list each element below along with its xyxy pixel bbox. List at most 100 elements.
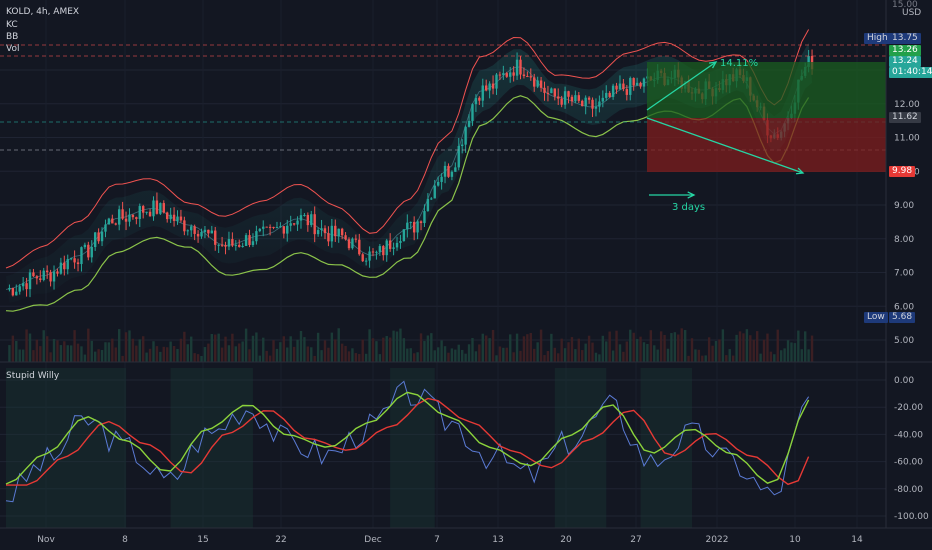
- volume-bar: [632, 332, 635, 362]
- osc-shade-band: [554, 368, 607, 528]
- volume-bar: [142, 336, 145, 362]
- volume-bar: [498, 346, 502, 362]
- volume-bar: [742, 333, 745, 362]
- volume-bar: [251, 335, 255, 362]
- candle-body: [76, 262, 80, 265]
- candle-body: [412, 221, 416, 233]
- volume-bar: [454, 349, 457, 362]
- osc-tick-label: -100.00: [894, 512, 929, 522]
- candle-body: [351, 238, 354, 249]
- volume-bar: [509, 334, 512, 362]
- volume-bar: [673, 332, 677, 362]
- volume-bar: [701, 355, 704, 362]
- volume-bar: [42, 330, 45, 362]
- candle-body: [557, 96, 560, 99]
- volume-bar: [292, 346, 296, 362]
- candle-body: [272, 226, 275, 228]
- candle-body: [419, 221, 423, 224]
- candle-body: [18, 286, 21, 292]
- low-value-tag: 5.68: [889, 312, 916, 323]
- candle-body: [416, 221, 419, 233]
- volume-bar: [207, 343, 210, 362]
- volume-bar: [93, 351, 97, 362]
- volume-bar: [282, 336, 286, 362]
- candle-body: [529, 76, 532, 78]
- volume-bar: [412, 353, 416, 362]
- volume-bar: [728, 349, 731, 362]
- volume-bar: [759, 353, 762, 362]
- candle-body: [87, 244, 90, 258]
- volume-bar: [296, 339, 299, 362]
- volume-bar: [749, 335, 752, 362]
- candle-body: [258, 228, 262, 232]
- candle-body: [100, 231, 104, 242]
- volume-bar: [629, 329, 632, 362]
- candle-body: [539, 80, 543, 88]
- candle-body: [268, 226, 272, 228]
- candle-body: [584, 97, 587, 107]
- volume-bar: [97, 349, 100, 362]
- candle-body: [457, 145, 460, 168]
- time-tick-label: 8: [122, 535, 128, 545]
- volume-bar: [810, 335, 814, 362]
- candle-body: [371, 251, 375, 253]
- volume-bar: [443, 346, 447, 362]
- candle-body: [526, 76, 529, 78]
- candle-body: [11, 287, 15, 296]
- candle-body: [124, 218, 128, 222]
- candle-body: [8, 287, 11, 290]
- chart-canvas[interactable]: 13.0012.0011.0010.009.008.007.006.005.00…: [0, 0, 932, 550]
- volume-bar: [790, 342, 793, 362]
- volume-bar: [238, 343, 241, 362]
- candle-body: [546, 92, 550, 94]
- candle-body: [179, 216, 183, 221]
- candle-body: [159, 203, 162, 214]
- candle-body: [601, 97, 605, 102]
- candle-body: [635, 82, 639, 86]
- volume-bar: [718, 339, 721, 362]
- volume-bar: [323, 340, 327, 362]
- candle-body: [83, 244, 87, 248]
- volume-bar: [605, 341, 608, 362]
- candle-body: [299, 215, 303, 221]
- gain-percent-label: 14.11%: [720, 58, 759, 69]
- volume-bar: [244, 328, 248, 362]
- volume-bar: [155, 346, 159, 362]
- volume-bar: [21, 349, 25, 362]
- candle-body: [618, 83, 622, 90]
- volume-bar: [539, 329, 543, 362]
- candle-body: [234, 244, 238, 246]
- candle-body: [275, 227, 279, 229]
- candle-body: [231, 239, 234, 246]
- osc-tick-label: 0.00: [894, 376, 914, 386]
- volume-bar: [495, 355, 498, 362]
- candle-body: [395, 242, 399, 248]
- indicator-bb: BB: [6, 32, 19, 42]
- candle-body: [605, 92, 608, 98]
- volume-bar: [587, 335, 591, 362]
- volume-bar: [594, 352, 598, 362]
- volume-bar: [337, 328, 340, 362]
- candle-body: [25, 283, 28, 290]
- candle-body: [430, 198, 433, 200]
- candle-body: [495, 74, 498, 89]
- volume-bar: [255, 332, 258, 362]
- volume-bar: [807, 349, 810, 362]
- candle-body: [378, 246, 382, 252]
- candle-body: [282, 226, 286, 234]
- volume-bar: [268, 355, 272, 362]
- volume-bar: [694, 349, 697, 362]
- candle-body: [217, 244, 220, 246]
- volume-bar: [28, 333, 32, 362]
- candle-body: [375, 251, 378, 253]
- candle-body: [310, 214, 313, 226]
- volume-bar: [52, 338, 56, 362]
- volume-bar: [618, 344, 622, 362]
- volume-bar: [450, 348, 454, 362]
- volume-bar: [56, 340, 59, 362]
- volume-bar: [200, 355, 203, 362]
- volume-bar: [731, 355, 735, 362]
- volume-bar: [87, 328, 90, 362]
- volume-bar: [138, 339, 141, 362]
- indicator-vol: Vol: [6, 44, 20, 54]
